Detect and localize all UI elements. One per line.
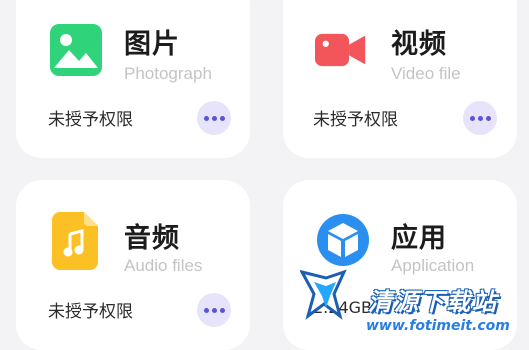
card-subtitle: Audio files [124,256,203,275]
card-title: 视频 [391,29,447,60]
card-title: 应用 [391,223,447,254]
audio-file-icon [52,212,98,270]
card-subtitle: Video file [391,64,461,83]
card-subtitle: Photograph [124,64,212,83]
card-audio[interactable]: 音频 Audio files 未授予权限 [16,180,250,350]
photo-icon [50,24,102,76]
watermark-url: www.fotimeit.com [366,318,510,334]
more-dots-icon [203,307,209,313]
card-photos[interactable]: 图片 Photograph 未授予权限 [16,0,250,158]
app-cube-icon [317,214,369,266]
video-icon [315,33,366,67]
card-videos[interactable]: 视频 Video file 未授予权限 [283,0,517,158]
watermark-text: 清源下载站 [368,288,498,316]
card-title: 图片 [124,29,180,60]
more-dots-icon [203,115,209,121]
more-options-button[interactable] [197,293,231,327]
permission-status: 未授予权限 [48,302,133,322]
more-options-button[interactable] [197,101,231,135]
permission-status: 未授予权限 [313,110,398,130]
card-title: 音频 [124,223,180,254]
permission-status: 未授予权限 [48,110,133,130]
more-options-button[interactable] [463,101,497,135]
more-dots-icon [469,115,475,121]
